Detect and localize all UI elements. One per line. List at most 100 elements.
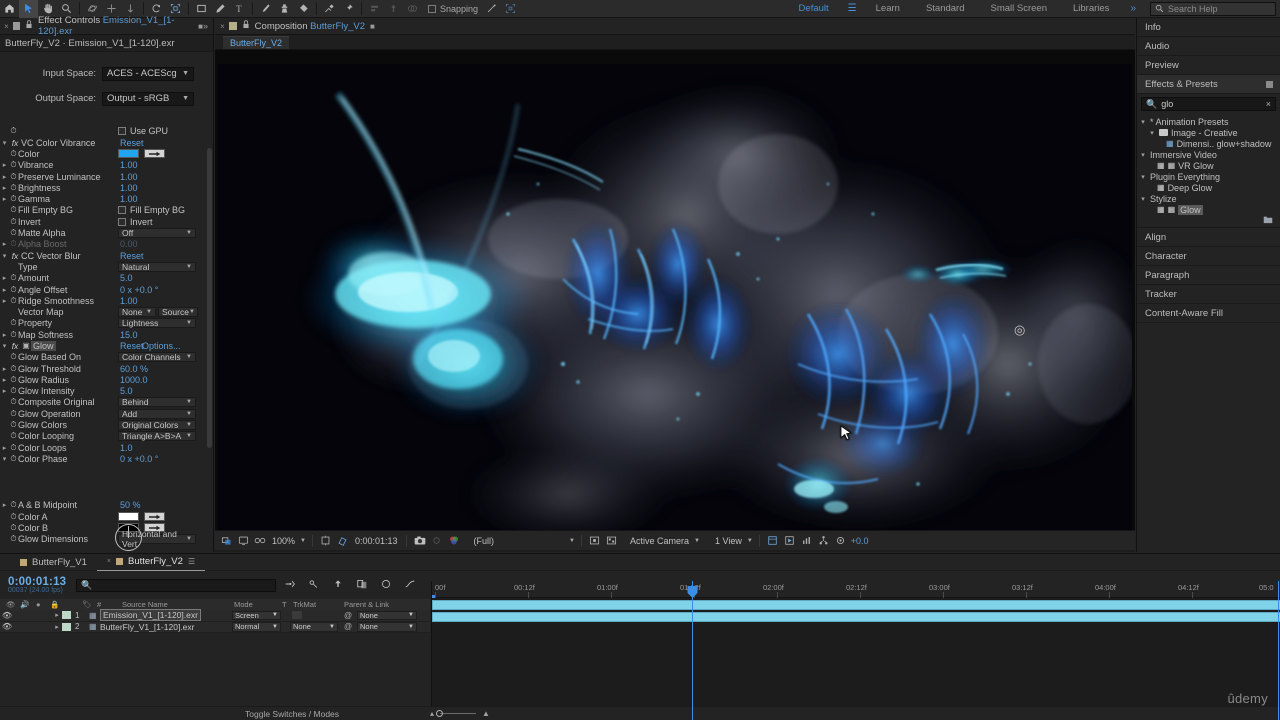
twirl-icon[interactable]: ▸ bbox=[0, 297, 9, 305]
twirl-icon[interactable]: ▸ bbox=[0, 365, 9, 373]
workspace-menu-icon[interactable]: ☰ bbox=[842, 3, 863, 14]
param-value[interactable]: 1.00 bbox=[120, 172, 138, 182]
stopwatch-icon[interactable]: ⏱ bbox=[9, 160, 18, 170]
zoom-out-icon[interactable]: ▴ bbox=[430, 709, 434, 718]
param-value[interactable]: 1.00 bbox=[120, 160, 138, 170]
effect-header-cc-vector-blur[interactable]: ▾ fx CC Vector Blur Reset bbox=[0, 250, 213, 261]
show-channel-icon[interactable] bbox=[447, 534, 461, 548]
param-value[interactable]: 1.0 bbox=[120, 443, 133, 453]
twirl-icon[interactable]: ▸ bbox=[0, 240, 9, 248]
workspace-small-screen[interactable]: Small Screen bbox=[978, 0, 1061, 18]
param-value[interactable]: 5.0 bbox=[120, 386, 133, 396]
tree-item-image-creative[interactable]: ▾ Image - Creative bbox=[1139, 127, 1280, 138]
effect-header-glow[interactable]: ▾ fx ▣ Glow Reset Options... bbox=[0, 340, 213, 351]
twirl-icon[interactable]: ▸ bbox=[52, 611, 62, 619]
timeline-search-input[interactable]: 🔍 bbox=[76, 578, 277, 592]
workspace-libraries[interactable]: Libraries bbox=[1060, 0, 1122, 18]
panel-effects-and-presets[interactable]: Effects & Presets bbox=[1137, 75, 1280, 94]
enable-motion-blur-icon[interactable] bbox=[380, 579, 392, 592]
color-looping-dropdown[interactable]: Triangle A>B>A ▼ bbox=[118, 431, 196, 442]
param-value[interactable]: 60.0 % bbox=[120, 364, 148, 374]
matte-alpha-dropdown[interactable]: Off ▼ bbox=[118, 228, 196, 239]
tree-item-animation-presets[interactable]: ▾ * Animation Presets bbox=[1139, 116, 1280, 127]
parent-pickwhip-icon[interactable]: @ bbox=[344, 622, 352, 631]
layer-anchor-point-icon[interactable]: ◎ bbox=[1014, 322, 1025, 338]
close-icon[interactable]: × bbox=[4, 22, 9, 31]
tree-item-vr-glow[interactable]: ▦ ▦ VR Glow bbox=[1139, 160, 1280, 171]
panel-character[interactable]: Character bbox=[1137, 247, 1280, 266]
stopwatch-icon[interactable]: ⏱ bbox=[9, 454, 18, 464]
layer-bar[interactable] bbox=[432, 600, 1280, 610]
selection-tool-icon[interactable] bbox=[19, 0, 38, 18]
table-row[interactable]: 👁 ▸ 2 ▦ ButterFly_V1_[1-120].exr Normal ▼… bbox=[0, 621, 430, 633]
chevron-down-icon[interactable]: ▼ bbox=[300, 538, 306, 544]
timecode-display[interactable]: 0:00:01:13 00037 (24.00 fps) bbox=[8, 576, 66, 594]
zoom-slider-knob[interactable] bbox=[436, 710, 444, 717]
resolution-value[interactable]: (Full) bbox=[472, 536, 497, 546]
workspace-standard[interactable]: Standard bbox=[913, 0, 978, 18]
snapping-toggle[interactable]: Snapping bbox=[428, 4, 478, 14]
stopwatch-icon[interactable]: ⏱ bbox=[9, 273, 18, 283]
stopwatch-icon[interactable]: ⏱ bbox=[9, 420, 18, 430]
twirl-icon[interactable]: ▸ bbox=[0, 376, 9, 384]
trkmat-header[interactable]: TrkMat bbox=[293, 600, 316, 609]
stopwatch-icon[interactable]: ⏱ bbox=[9, 409, 18, 419]
stopwatch-icon[interactable]: ⏱ bbox=[9, 183, 18, 193]
effect-controls-scrollbar[interactable] bbox=[207, 148, 212, 448]
property-dropdown[interactable]: Lightness ▼ bbox=[118, 318, 196, 329]
twirl-icon[interactable]: ▾ bbox=[1139, 151, 1147, 159]
reset-link[interactable]: Reset bbox=[120, 341, 144, 351]
video-toggle-icon[interactable]: 👁 bbox=[0, 611, 14, 620]
eyedropper-icon[interactable] bbox=[144, 149, 165, 159]
options-link[interactable]: Options... bbox=[142, 341, 181, 351]
use-gpu-checkbox-row[interactable]: Use GPU bbox=[118, 126, 168, 136]
exposure-value[interactable]: +0.0 bbox=[851, 536, 869, 546]
effects-search-input[interactable]: 🔍 glo × bbox=[1141, 97, 1276, 111]
eyedropper-icon[interactable] bbox=[144, 512, 165, 522]
stopwatch-icon[interactable]: ⏱ bbox=[9, 523, 18, 533]
camera-value[interactable]: Active Camera bbox=[628, 536, 691, 546]
panel-paragraph[interactable]: Paragraph bbox=[1137, 266, 1280, 285]
tree-item-glow[interactable]: ▦ ▦ Glow bbox=[1139, 204, 1280, 215]
twirl-icon[interactable]: ▾ bbox=[1148, 129, 1156, 137]
hide-shy-layers-icon[interactable] bbox=[332, 579, 344, 592]
panel-audio[interactable]: Audio bbox=[1137, 37, 1280, 56]
panel-info[interactable]: Info bbox=[1137, 18, 1280, 37]
enable-frame-blending-icon[interactable] bbox=[356, 579, 368, 592]
panel-content-aware-fill[interactable]: Content-Aware Fill bbox=[1137, 304, 1280, 323]
lock-icon[interactable] bbox=[242, 20, 250, 32]
layer-name[interactable]: ButterFly_V1_[1-120].exr bbox=[100, 622, 195, 632]
twirl-icon[interactable]: ▾ bbox=[1139, 118, 1147, 126]
input-space-dropdown[interactable]: ACES - ACEScg ▼ bbox=[102, 66, 194, 81]
stopwatch-icon[interactable]: ⏱ bbox=[9, 318, 18, 328]
time-ruler[interactable]: 00f 00:12f 01:00f 01:12f 02:00f 02:12f 0… bbox=[432, 581, 1280, 598]
fast-previews-icon[interactable] bbox=[783, 534, 797, 548]
twirl-icon[interactable]: ▸ bbox=[0, 195, 9, 203]
stopwatch-icon[interactable]: ⏱ bbox=[9, 194, 18, 204]
stopwatch-icon[interactable]: ⏱ bbox=[9, 375, 18, 385]
color-swatch[interactable] bbox=[118, 149, 139, 159]
align-tool-icon[interactable] bbox=[365, 0, 384, 18]
reset-link[interactable]: Reset bbox=[120, 138, 144, 148]
stopwatch-icon[interactable]: ⏱ bbox=[9, 386, 18, 396]
video-toggle-icon[interactable]: 👁 bbox=[0, 622, 14, 631]
vector-map-source-dropdown[interactable]: Source ▼ bbox=[158, 307, 198, 318]
close-icon[interactable]: × bbox=[107, 558, 111, 565]
tree-item-stylize[interactable]: ▾ Stylize bbox=[1139, 193, 1280, 204]
search-help-input[interactable]: Search Help bbox=[1150, 1, 1276, 16]
panel-menu-icon[interactable]: ☰ bbox=[188, 557, 195, 566]
snap-mask-icon[interactable] bbox=[482, 0, 501, 18]
param-value[interactable]: 15.0 bbox=[120, 330, 138, 340]
main-viewer-icon[interactable] bbox=[236, 534, 250, 548]
invert-checkbox[interactable] bbox=[118, 217, 126, 226]
snap-grid-icon[interactable] bbox=[501, 0, 520, 18]
stopwatch-icon[interactable]: ⏱ bbox=[9, 217, 18, 227]
twirl-icon[interactable]: ▸ bbox=[0, 387, 9, 395]
brush-tool-icon[interactable] bbox=[256, 0, 275, 18]
twirl-icon[interactable]: ▸ bbox=[0, 444, 9, 452]
pen-tool-icon[interactable] bbox=[211, 0, 230, 18]
tree-item-dimensional-glow-shadow[interactable]: ▦ Dimensi.. glow+shadow bbox=[1139, 138, 1280, 149]
layer-bar[interactable] bbox=[432, 611, 1280, 622]
pixel-aspect-correction-icon[interactable] bbox=[766, 534, 780, 548]
twirl-icon[interactable]: ▸ bbox=[52, 623, 62, 631]
